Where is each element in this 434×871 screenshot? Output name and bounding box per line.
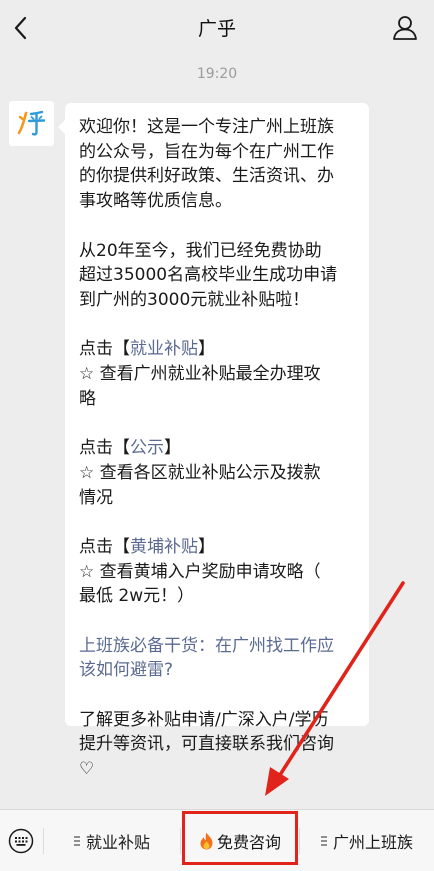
user-profile-icon[interactable] (390, 13, 420, 43)
avatar[interactable] (9, 101, 54, 146)
submenu-icon (320, 835, 327, 846)
welcome-message-bubble: 欢迎你！这是一个专注广州上班族 的公众号，旨在为每个在广州工作 的你提供利好政策、生… (65, 103, 369, 779)
stats-paragraph: 从20年至今，我们已经免费协助 超过35000名高校毕业生成功申请 到广州的3000… (79, 240, 338, 310)
bubble-tail (58, 120, 65, 134)
brand-logo (17, 110, 46, 136)
article-link[interactable]: 上班族必备干货：在广州找工作应 该如何避雷? (79, 634, 358, 683)
bottom-menu-bar: 就业补贴 免费咨询 广州上班族 (0, 809, 434, 871)
closing-paragraph: 了解更多补贴申请/广深入户/学历 提升等资讯，可直接联系我们咨询 ♡ (79, 709, 334, 780)
huangpu-subsidy-link[interactable]: 黄埔补贴 (130, 537, 198, 557)
section-public-notice: 点击【公示】 ☆ 查看各区就业补贴公示及拨款 情况 (79, 438, 321, 508)
menu-item-guangzhou-workers[interactable]: 广州上班族 (300, 810, 434, 871)
section-employment-subsidy: 点击【就业补贴】 ☆ 查看广州就业补贴最全办理攻略 (79, 339, 321, 409)
navigation-bar: 广乎 (0, 0, 434, 56)
menu-item-employment-subsidy[interactable]: 就业补贴 (44, 810, 180, 871)
flame-icon (200, 832, 213, 849)
intro-paragraph: 欢迎你！这是一个专注广州上班族 的公众号，旨在为每个在广州工作 的你提供利好政策、生… (79, 117, 334, 212)
back-arrow-icon[interactable] (8, 12, 40, 44)
submenu-icon (73, 835, 80, 846)
public-notice-link[interactable]: 公示 (130, 438, 164, 458)
menu-item-free-consultation[interactable]: 免费咨询 (181, 810, 299, 871)
page-title: 广乎 (197, 18, 236, 40)
message-timestamp: 19:20 (196, 66, 238, 82)
keyboard-icon[interactable] (8, 828, 34, 854)
employment-subsidy-link[interactable]: 就业补贴 (130, 339, 198, 359)
section-huangpu-subsidy: 点击【黄埔补贴】 ☆ 查看黄埔入户奖励申请攻略（ 最低 2w元！） (79, 536, 321, 607)
